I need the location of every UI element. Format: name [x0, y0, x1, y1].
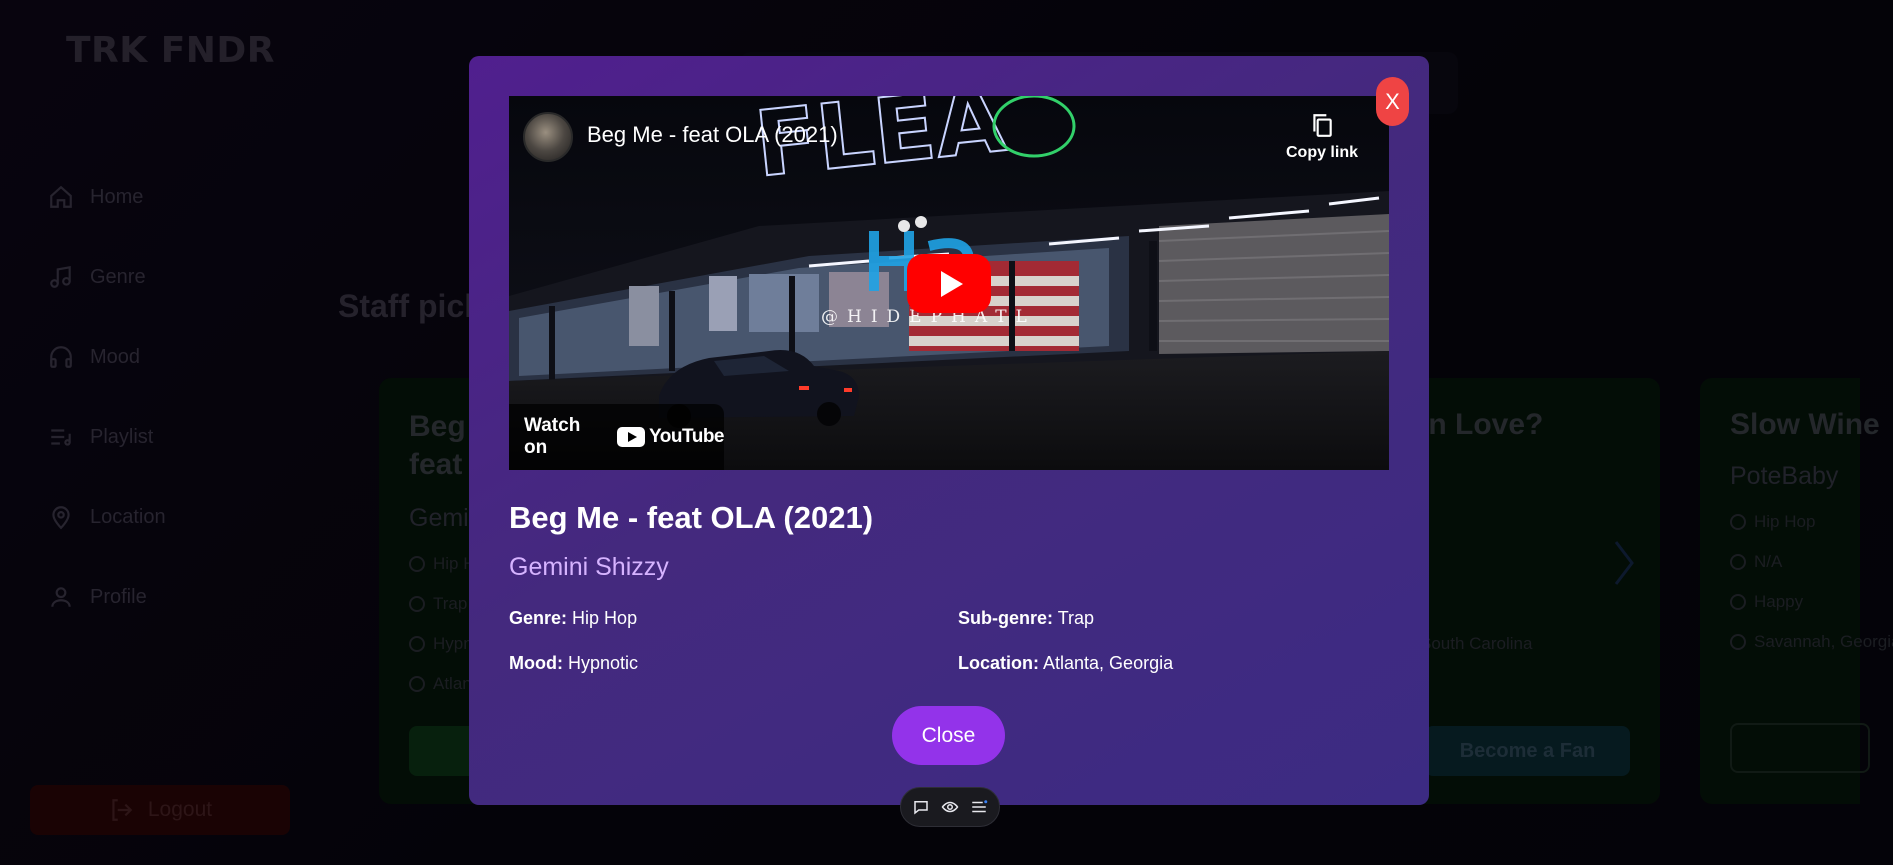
mood-field: Mood: Hypnotic	[509, 653, 638, 674]
play-button[interactable]	[907, 254, 991, 313]
mood-label: Mood:	[509, 653, 563, 673]
location-value: Atlanta, Georgia	[1043, 653, 1174, 673]
subgenre-label: Sub-genre:	[958, 608, 1054, 628]
youtube-logo-icon: YouTube	[617, 426, 724, 448]
floating-toolbar	[900, 787, 1000, 827]
copy-link-button[interactable]: Copy link	[1282, 112, 1362, 162]
location-field: Location: Atlanta, Georgia	[958, 653, 1173, 674]
channel-avatar[interactable]	[523, 112, 573, 162]
youtube-embed[interactable]: FLEA @HIDEPHATL Beg Me - feat OLA (2021)…	[509, 96, 1389, 470]
genre-label: Genre:	[509, 608, 568, 628]
location-label: Location:	[958, 653, 1039, 673]
genre-field: Genre: Hip Hop	[509, 608, 637, 629]
subgenre-value: Trap	[1057, 608, 1095, 628]
eye-icon[interactable]	[941, 798, 959, 816]
comment-icon[interactable]	[912, 798, 930, 816]
modal-artist: Gemini Shizzy	[509, 553, 669, 581]
copy-icon	[1313, 114, 1332, 137]
mood-value: Hypnotic	[568, 653, 639, 673]
close-x-button[interactable]: X	[1376, 77, 1409, 126]
copy-link-label: Copy link	[1285, 144, 1358, 161]
watch-on-youtube[interactable]: Watch on YouTube	[509, 404, 724, 470]
video-title[interactable]: Beg Me - feat OLA (2021)	[587, 122, 838, 148]
close-button[interactable]: Close	[892, 706, 1005, 765]
subgenre-field: Sub-genre: Trap	[958, 608, 1094, 629]
genre-value: Hip Hop	[572, 608, 638, 628]
modal-title: Beg Me - feat OLA (2021)	[509, 500, 874, 535]
menu-icon[interactable]	[970, 798, 988, 816]
watch-on-label: Watch on	[524, 415, 581, 458]
